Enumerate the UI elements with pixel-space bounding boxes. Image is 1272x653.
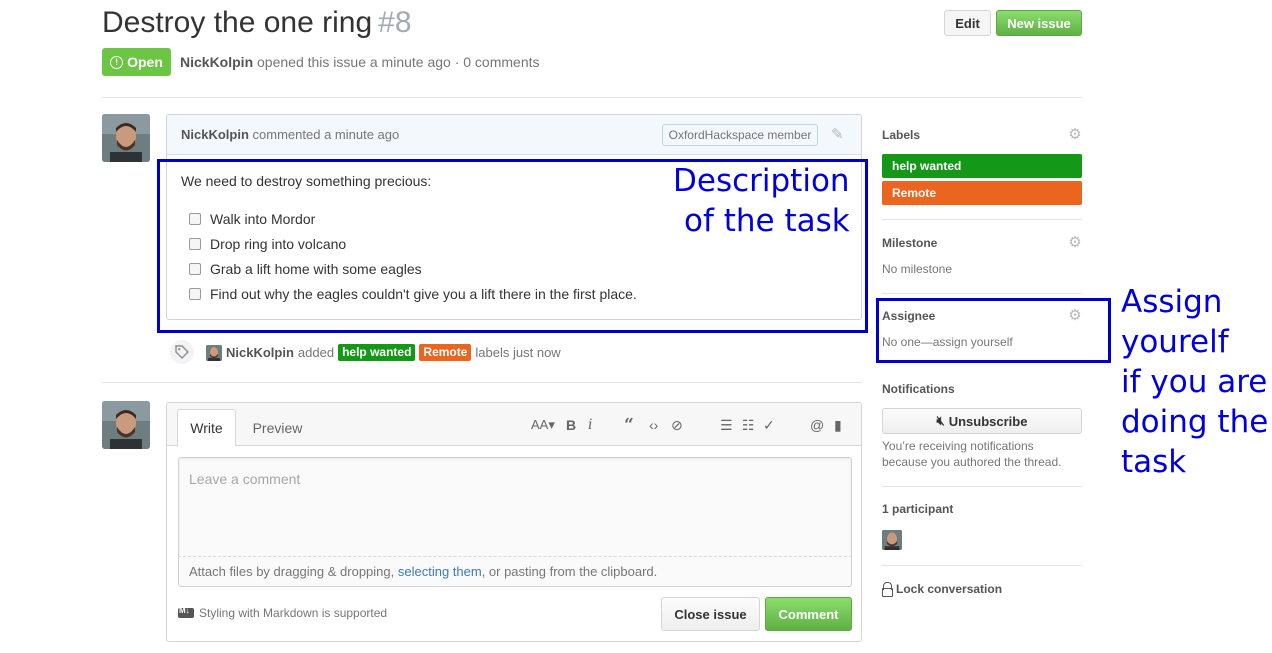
avatar[interactable] [102,401,150,449]
assign-annotation-line1: Assign [1121,284,1223,320]
comment-placeholder: Leave a comment [189,471,301,487]
markdown-icon [178,606,194,618]
issue-meta-text: opened this issue a minute ago · 0 comme… [257,54,540,70]
comment-action[interactable]: commented a minute ago [253,127,400,142]
unordered-list-icon[interactable]: ☰ [720,417,733,433]
notifications-reason-line2: because you authored the thread. [882,455,1062,469]
tab-write[interactable]: Write [177,409,236,447]
assign-annotation-line2: yourelf [1121,324,1229,360]
notifications-reason-line1: You’re receiving notifications [882,439,1034,453]
avatar[interactable] [102,114,150,162]
description-annotation-line1: Description [673,163,850,199]
lock-icon [882,582,893,597]
comment-meta: NickKolpin commented a minute ago [181,127,399,142]
sidebar-divider [882,486,1082,487]
select-files-link[interactable]: selecting them [398,564,482,579]
comment-textarea[interactable]: Leave a comment [178,457,852,557]
milestone-heading: Milestone [882,236,938,250]
markdown-hint-text: Styling with Markdown is supported [199,606,388,620]
tag-icon-glyph [175,345,189,359]
close-issue-button[interactable]: Close issue [661,597,760,631]
avatar-image [102,401,150,449]
participant-avatar-image [882,530,902,550]
unsubscribe-label: Unsubscribe [948,413,1028,429]
notifications-heading: Notifications [882,382,955,396]
ordered-list-icon[interactable]: ☷ [742,417,755,433]
milestone-gear-icon[interactable]: ⚙ [1068,235,1082,250]
issue-author-link[interactable]: NickKolpin [180,54,253,70]
participants-heading: 1 participant [882,502,954,516]
assign-annotation-line3: if you are [1121,364,1268,400]
bold-icon[interactable]: B [566,417,576,433]
issue-opened-icon: ! [110,55,124,69]
issue-number: #8 [378,6,412,39]
issue-title: Destroy the one ring #8 [102,4,412,42]
saved-reply-icon[interactable]: ▮ [834,417,842,433]
attach-text-pre: Attach files by dragging & dropping, [189,564,398,579]
mention-icon[interactable]: @ [810,417,824,433]
description-annotation-line2: of the task [684,203,850,239]
pencil-icon[interactable]: ✎ [831,125,847,143]
member-badge: OxfordHackspace member [662,124,818,146]
label-event: NickKolpin added help wanted Remote labe… [206,344,561,361]
sidebar-label-remote[interactable]: Remote [882,181,1082,205]
event-avatar[interactable] [206,344,222,361]
comment-author-link[interactable]: NickKolpin [181,127,249,142]
attach-text-post: , or pasting from the clipboard. [481,564,658,579]
labels-heading: Labels [882,128,921,142]
code-icon[interactable]: ‹› [649,417,658,433]
editor-tabs: Write Preview AA▾ B i “ ‹› ⊘ ☰ ☷ ✓ @ ▮ [167,403,861,447]
labels-gear-icon[interactable]: ⚙ [1068,127,1082,142]
edit-button[interactable]: Edit [944,10,991,36]
label-remote[interactable]: Remote [419,344,472,361]
tag-icon [168,338,196,366]
assign-annotation-line5: task [1121,444,1187,480]
assign-annotation-line4: doing the [1121,404,1269,440]
sidebar-divider [882,565,1082,566]
status-badge: ! Open [102,48,171,76]
comment-button[interactable]: Comment [765,597,852,631]
comment-editor: Write Preview AA▾ B i “ ‹› ⊘ ☰ ☷ ✓ @ ▮ L… [166,402,862,642]
italic-icon[interactable]: i [588,417,592,433]
lock-conversation-link[interactable]: Lock conversation [882,582,1003,597]
mute-icon: 🔇︎ [936,413,945,428]
assignee-annotation-box [876,298,1111,363]
comment-header: NickKolpin commented a minute ago Oxford… [167,115,861,155]
participant-avatar[interactable] [882,530,902,550]
timeline-divider [102,382,862,383]
header-divider [102,97,1082,98]
task-list-icon[interactable]: ✓ [763,417,775,433]
sidebar-divider [882,219,1082,220]
event-verb: added [297,345,335,360]
event-avatar-image [206,344,222,361]
milestone-value: No milestone [882,262,953,276]
markdown-hint[interactable]: Styling with Markdown is supported [178,606,387,620]
status-badge-label: Open [127,54,163,70]
avatar-image [102,114,150,162]
sidebar-divider [882,293,1082,294]
new-issue-button[interactable]: New issue [996,10,1082,36]
quote-icon[interactable]: “ [624,417,634,434]
event-suffix: labels just now [475,345,561,360]
attach-bar[interactable]: Attach files by dragging & dropping, sel… [178,557,852,587]
sidebar-label-help-wanted[interactable]: help wanted [882,154,1082,178]
issue-title-text: Destroy the one ring [102,6,373,39]
tab-preview[interactable]: Preview [245,409,310,447]
issue-meta: NickKolpin opened this issue a minute ag… [180,54,540,70]
link-icon[interactable]: ⊘ [671,417,683,433]
text-size-icon[interactable]: AA▾ [531,417,555,433]
event-author-link[interactable]: NickKolpin [226,345,294,360]
lock-conversation-label: Lock conversation [896,582,1003,596]
unsubscribe-button[interactable]: 🔇︎ Unsubscribe [882,408,1082,434]
label-help-wanted[interactable]: help wanted [338,344,416,361]
